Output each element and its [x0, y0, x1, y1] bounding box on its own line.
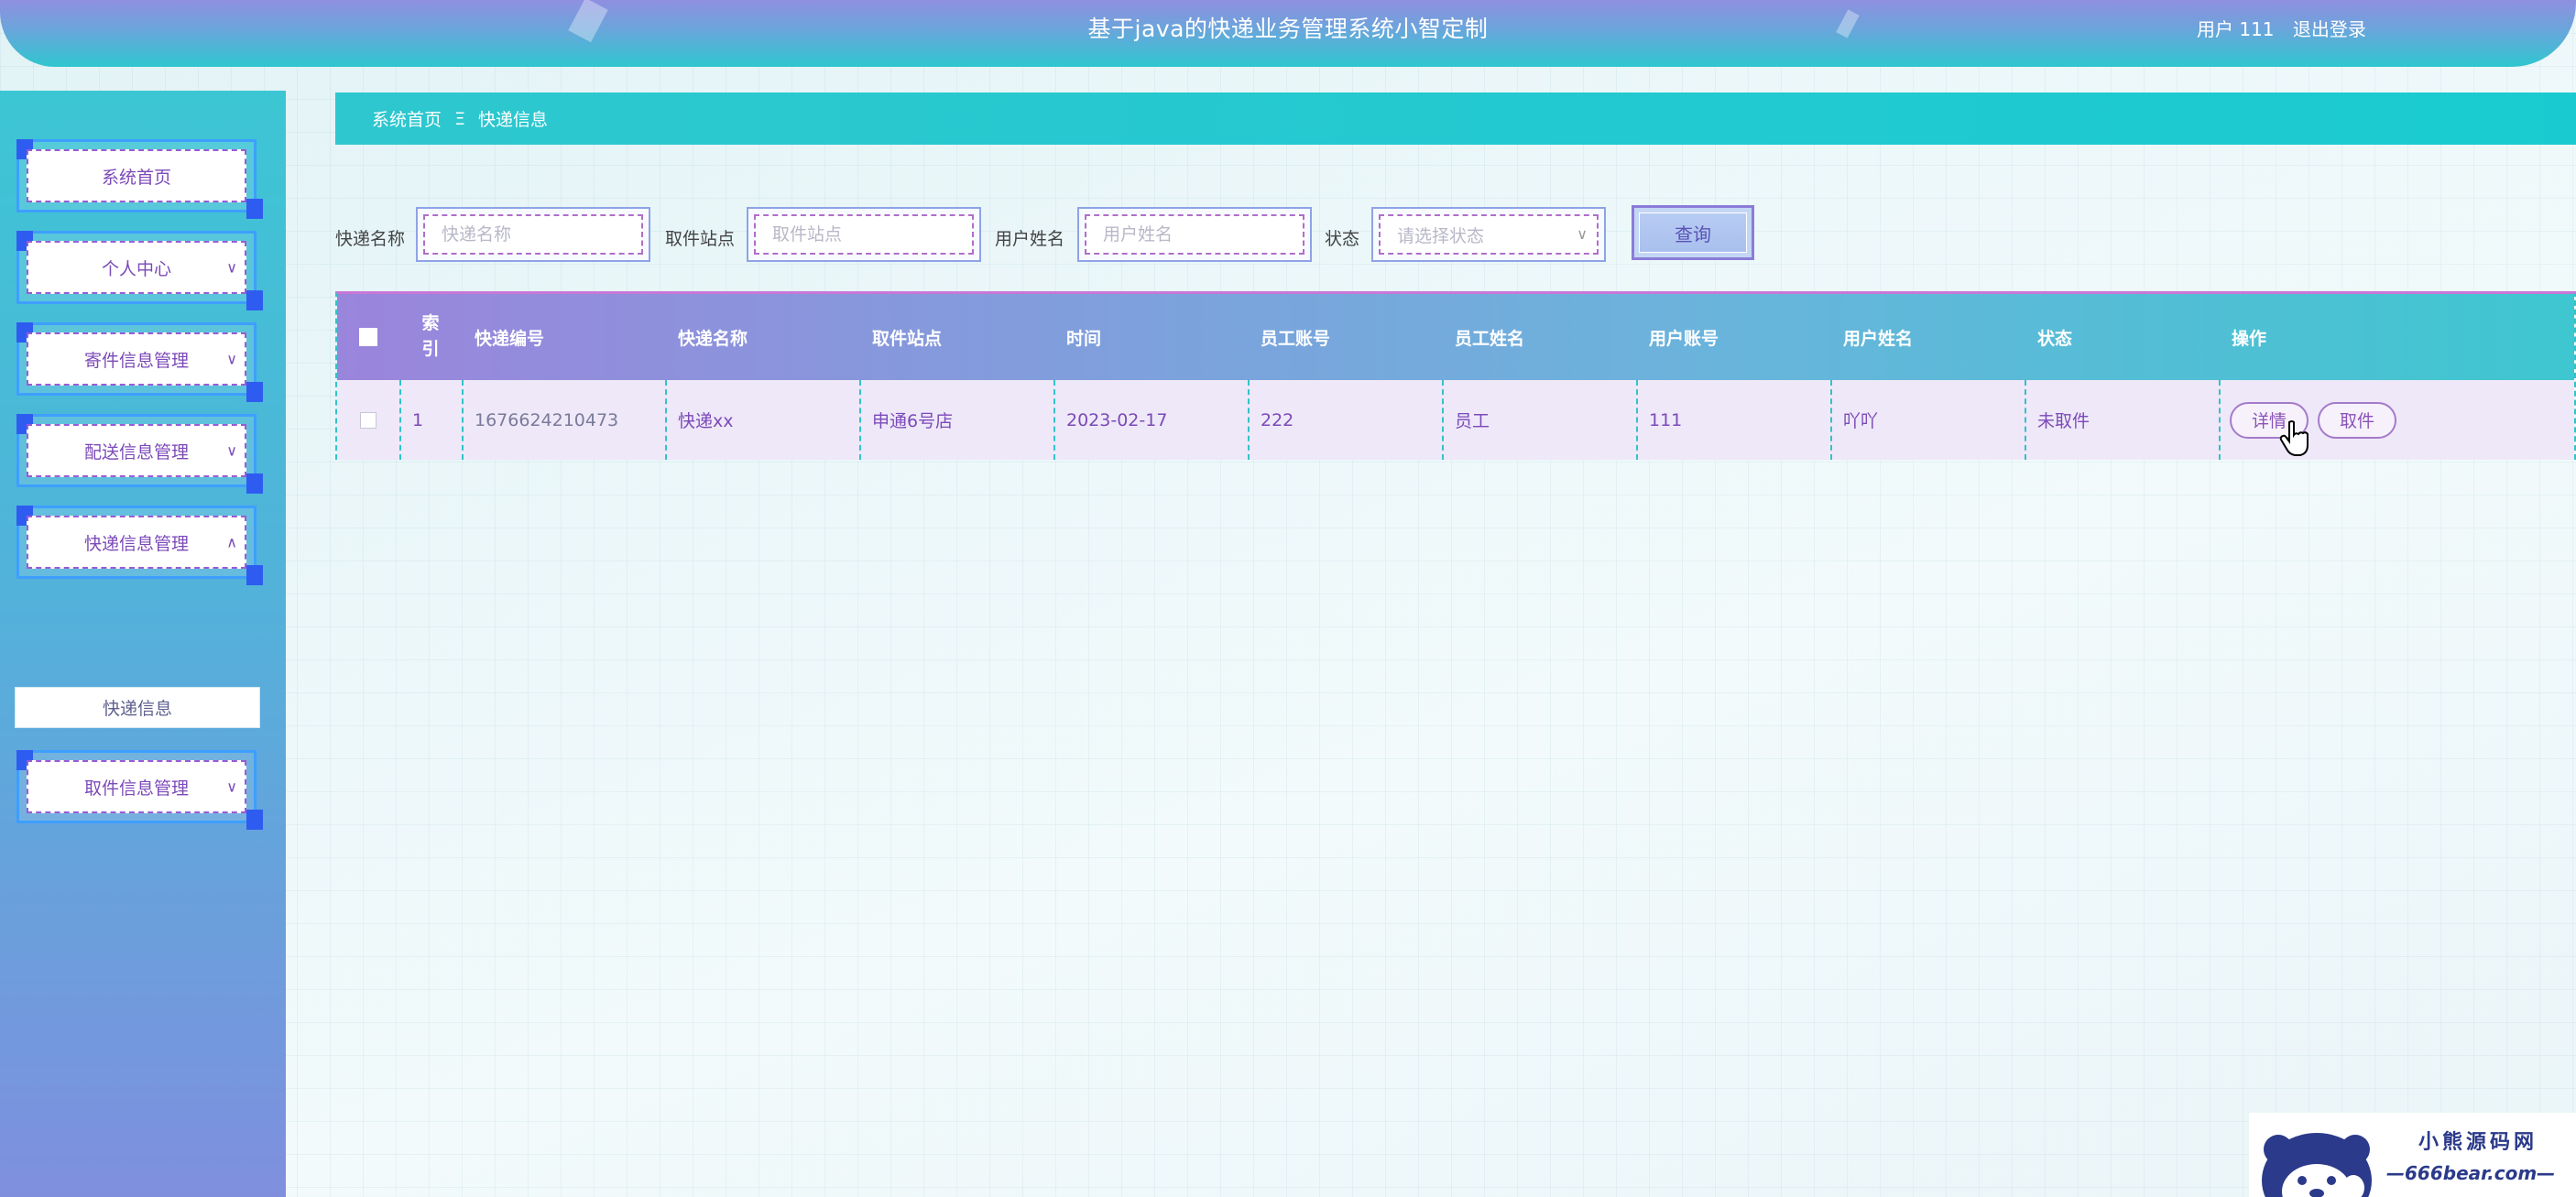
chevron-down-icon: ∨ — [226, 258, 237, 277]
search-label-express-name: 快递名称 — [335, 229, 406, 249]
app-title: 基于java的快递业务管理系统小智定制 — [1087, 16, 1489, 42]
sidebar: 系统首页 个人中心 ∨ 寄件信息管理 ∨ 配送信息管理 ∨ 快递信息管理 ∧ 快… — [0, 91, 286, 1197]
chevron-down-icon: ∨ — [226, 441, 237, 460]
user-name-input-box — [1077, 207, 1312, 262]
col-header-actions: 操作 — [2232, 328, 2267, 349]
col-header-user-name: 用户姓名 — [1843, 328, 1914, 349]
sidebar-item-home[interactable]: 系统首页 — [16, 139, 263, 219]
table-row: 1 1676624210473 快递xx 申通6号店 2023-02-17 22… — [337, 380, 2574, 460]
breadcrumb-current: 快递信息 — [478, 110, 549, 130]
cell-station: 申通6号店 — [872, 411, 954, 431]
col-header-station: 取件站点 — [872, 328, 943, 349]
search-label-station: 取件站点 — [665, 229, 736, 249]
col-header-express-no: 快递编号 — [475, 328, 545, 349]
cell-actions: 详情 取件 — [2219, 380, 2576, 460]
top-header: 基于java的快递业务管理系统小智定制 用户 111 退出登录 — [0, 0, 2576, 67]
table-body: 1 1676624210473 快递xx 申通6号店 2023-02-17 22… — [337, 380, 2574, 460]
user-area: 用户 111 退出登录 — [2197, 15, 2366, 41]
row-checkbox[interactable] — [360, 411, 377, 429]
logout-link[interactable]: 退出登录 — [2293, 18, 2366, 40]
sidebar-item-pickup-info[interactable]: 取件信息管理 ∨ — [16, 750, 263, 830]
bear-logo-icon — [2262, 1133, 2372, 1197]
col-header-index: 索 引 — [421, 313, 440, 359]
sidebar-item-send-info[interactable]: 寄件信息管理 ∨ — [16, 322, 263, 402]
sidebar-item-express-info[interactable]: 快递信息管理 ∧ — [16, 506, 263, 585]
station-input[interactable] — [772, 224, 972, 245]
chevron-up-icon: ∧ — [226, 533, 237, 551]
express-table: 索 引 快递编号 快递名称 取件站点 时间 员工账号 员工姓名 用户账号 用户姓… — [335, 291, 2576, 460]
breadcrumb: 系统首页 Ξ 快递信息 — [335, 92, 2576, 145]
sidebar-item-label: 寄件信息管理 — [83, 350, 189, 371]
watermark-logo: 小熊源码网 —666bear.com— — [2249, 1113, 2576, 1197]
chevron-down-icon: ∨ — [1577, 225, 1588, 243]
watermark-url: —666bear.com— — [2386, 1162, 2556, 1184]
query-button-label: 查询 — [1639, 212, 1747, 253]
user-name-input[interactable] — [1103, 224, 1303, 245]
cell-time: 2023-02-17 — [1066, 409, 1168, 430]
sidebar-item-label: 系统首页 — [101, 167, 171, 188]
chevron-down-icon: ∨ — [226, 350, 237, 368]
express-name-input[interactable] — [442, 224, 641, 245]
status-select-placeholder: 请选择状态 — [1397, 225, 1485, 246]
express-name-input-box — [416, 207, 650, 262]
current-user: 用户 111 — [2197, 18, 2275, 40]
search-label-status: 状态 — [1325, 229, 1360, 249]
col-header-status: 状态 — [2037, 328, 2073, 349]
breadcrumb-separator-icon: Ξ — [454, 108, 466, 129]
sidebar-item-personal-center[interactable]: 个人中心 ∨ — [16, 231, 263, 310]
col-header-staff-account: 员工账号 — [1261, 328, 1331, 349]
cell-staff-account: 222 — [1261, 409, 1294, 430]
col-header-staff-name: 员工姓名 — [1455, 328, 1525, 349]
sidebar-item-label: 取件信息管理 — [83, 778, 189, 799]
sidebar-item-label: 配送信息管理 — [83, 441, 189, 462]
cell-user-name: 吖吖 — [1843, 411, 1879, 431]
sidebar-item-delivery-info[interactable]: 配送信息管理 ∨ — [16, 414, 263, 494]
cell-express-name: 快递xx — [678, 411, 734, 431]
pickup-button[interactable]: 取件 — [2318, 401, 2397, 439]
row-select-cell — [337, 380, 399, 460]
sidebar-item-label: 快递信息管理 — [83, 533, 189, 554]
cell-index: 1 — [412, 409, 424, 430]
col-header-user-account: 用户账号 — [1649, 328, 1719, 349]
search-label-user-name: 用户姓名 — [995, 229, 1065, 249]
table-header: 索 引 快递编号 快递名称 取件站点 时间 员工账号 员工姓名 用户账号 用户姓… — [337, 294, 2574, 380]
cell-status: 未取件 — [2037, 411, 2090, 431]
cell-staff-name: 员工 — [1455, 411, 1490, 431]
sidebar-item-label: 个人中心 — [101, 258, 171, 279]
watermark-title: 小熊源码网 — [2418, 1131, 2538, 1154]
col-header-time: 时间 — [1066, 328, 1102, 349]
status-select[interactable]: 请选择状态 ∨ — [1371, 207, 1606, 262]
chevron-down-icon: ∨ — [226, 778, 237, 796]
cell-express-no: 1676624210473 — [475, 409, 619, 430]
sidebar-subitem-express[interactable]: 快递信息 — [15, 687, 260, 728]
select-all-cell — [337, 294, 399, 380]
hand-cursor-icon — [2279, 420, 2309, 456]
select-all-checkbox[interactable] — [359, 328, 377, 346]
breadcrumb-home[interactable]: 系统首页 — [372, 106, 442, 131]
col-header-express-name: 快递名称 — [678, 328, 748, 349]
cell-user-account: 111 — [1649, 409, 1683, 430]
station-input-box — [747, 207, 981, 262]
query-button[interactable]: 查询 — [1632, 205, 1754, 260]
